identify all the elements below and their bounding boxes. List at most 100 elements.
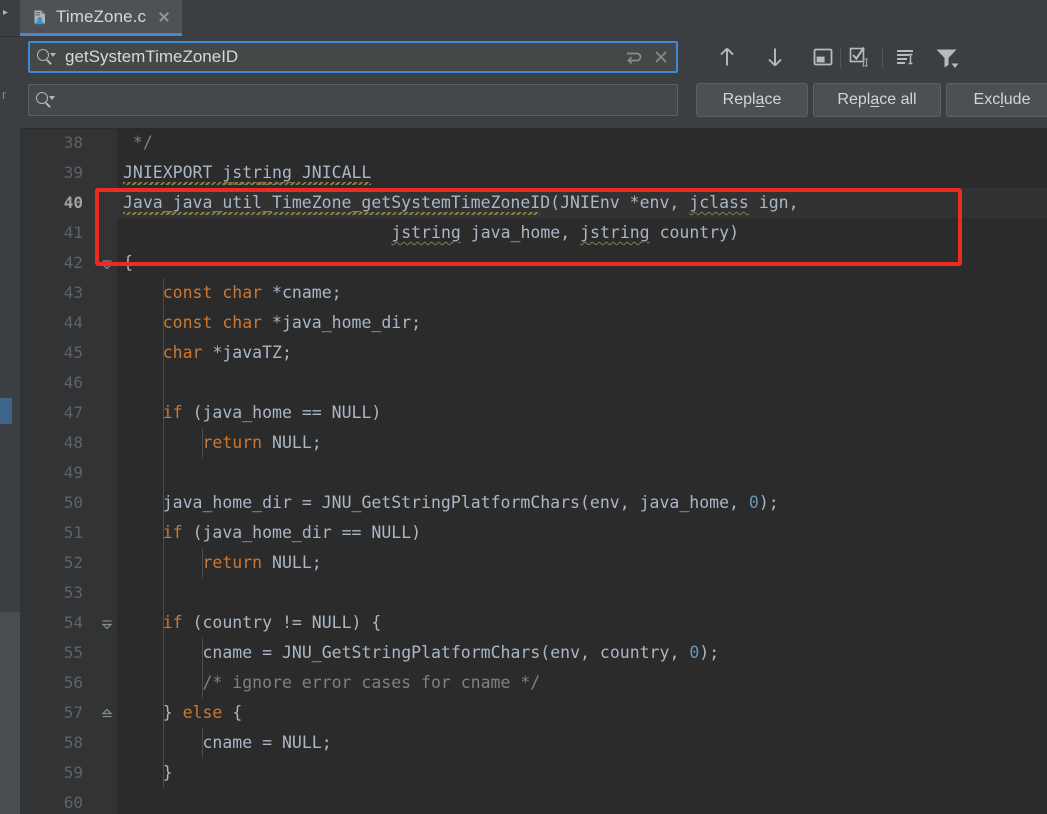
line-number: 57	[63, 703, 83, 722]
fold-row	[95, 398, 117, 428]
words-icon[interactable]	[892, 43, 922, 71]
code-line[interactable]: } else {	[117, 698, 1047, 728]
left-strip-lower-panel	[0, 612, 20, 814]
indent-guide	[162, 278, 164, 788]
indent-guide	[202, 548, 204, 578]
gutter-row: 38	[20, 129, 95, 158]
line-number: 56	[63, 673, 83, 692]
line-number: 38	[63, 133, 83, 152]
left-strip-header	[0, 0, 20, 37]
fold-row	[95, 368, 117, 398]
code-line[interactable]	[117, 578, 1047, 608]
gutter-row: 58	[20, 728, 95, 758]
line-number: 53	[63, 583, 83, 602]
code-line[interactable]: JNIEXPORT jstring JNICALL	[117, 158, 1047, 188]
find-previous-icon[interactable]	[712, 43, 742, 71]
fold-row	[95, 668, 117, 698]
line-number-gutter: 38 39 40 41 42 43 44 45 46 47 48 49 50 51 52 53 54 55 56 57…	[20, 129, 96, 814]
code-text: */	[123, 133, 153, 152]
code-line[interactable]: if (country != NULL) {	[117, 608, 1047, 638]
code-line[interactable]: return NULL;	[117, 548, 1047, 578]
code-text: return NULL;	[202, 553, 322, 572]
find-next-icon[interactable]	[760, 43, 790, 71]
fold-gutter[interactable]	[95, 129, 117, 814]
left-tool-strip: r	[0, 0, 20, 814]
fold-row	[95, 458, 117, 488]
clear-icon[interactable]	[648, 44, 674, 70]
toolbar-separator	[840, 48, 841, 68]
code-line[interactable]	[117, 788, 1047, 814]
gutter-row: 53	[20, 578, 95, 608]
code-line[interactable]: Java_java_util_TimeZone_getSystemTimeZon…	[117, 188, 1047, 218]
gutter-row: 44	[20, 308, 95, 338]
code-line[interactable]: if (java_home == NULL)	[117, 398, 1047, 428]
code-line[interactable]: const char *java_home_dir;	[117, 308, 1047, 338]
line-number: 55	[63, 643, 83, 662]
search-icon[interactable]	[37, 48, 59, 66]
line-number: 58	[63, 733, 83, 752]
line-number: 41	[63, 223, 83, 242]
chevron-right-icon[interactable]	[3, 10, 8, 15]
gutter-row: 52	[20, 548, 95, 578]
fold-row	[95, 608, 117, 638]
close-icon[interactable]	[156, 9, 172, 25]
replace-field-wrapper[interactable]	[28, 84, 678, 116]
code-content-area[interactable]: */ JNIEXPORT jstring JNICALL Java_java_uti…	[117, 129, 1047, 814]
search-field-wrapper[interactable]	[28, 41, 678, 73]
indent-guide	[202, 428, 204, 458]
code-line[interactable]: char *javaTZ;	[117, 338, 1047, 368]
fold-row	[95, 428, 117, 458]
code-editor[interactable]: 38 39 40 41 42 43 44 45 46 47 48 49 50 51 52 53 54 55 56 57…	[20, 129, 1047, 814]
line-number: 48	[63, 433, 83, 452]
code-line[interactable]: cname = JNU_GetStringPlatformChars(env, …	[117, 638, 1047, 668]
code-text: }	[162, 763, 173, 782]
search-input[interactable]	[59, 44, 620, 70]
open-in-find-window-icon[interactable]	[808, 43, 838, 71]
indent-guide	[202, 728, 204, 758]
replace-input[interactable]	[58, 87, 677, 113]
line-number: 45	[63, 343, 83, 362]
code-line[interactable]: const char *cname;	[117, 278, 1047, 308]
scroll-marker[interactable]	[0, 398, 12, 424]
code-line[interactable]: */	[117, 129, 1047, 158]
inspection-squiggle	[123, 182, 371, 185]
code-line[interactable]: }	[117, 758, 1047, 788]
ide-window: r TimeZone.c getSystemTimeZoneID Replace…	[0, 0, 1047, 814]
code-line[interactable]	[117, 458, 1047, 488]
line-number: 44	[63, 313, 83, 332]
fold-row	[95, 338, 117, 368]
fold-row	[95, 518, 117, 548]
code-line[interactable]: {	[117, 248, 1047, 278]
line-number: 52	[63, 553, 83, 572]
fold-collapse-icon[interactable]	[101, 617, 113, 630]
fold-end-icon[interactable]	[101, 707, 113, 719]
search-history-icon[interactable]	[620, 44, 646, 70]
fold-row	[95, 578, 117, 608]
line-number: 46	[63, 373, 83, 392]
filter-icon[interactable]	[932, 43, 962, 71]
gutter-row: 41	[20, 218, 95, 248]
code-line[interactable]: cname = NULL;	[117, 728, 1047, 758]
fold-row	[95, 248, 117, 278]
code-line[interactable]: return NULL;	[117, 428, 1047, 458]
code-text: char *javaTZ;	[162, 343, 292, 362]
fold-collapse-icon[interactable]	[101, 257, 113, 270]
exclude-button[interactable]: Exclude	[946, 83, 1047, 117]
tab-label: TimeZone.c	[56, 6, 147, 26]
code-line[interactable]: java_home_dir = JNU_GetStringPlatformCha…	[117, 488, 1047, 518]
match-case-icon[interactable]	[846, 43, 876, 71]
code-line[interactable]	[117, 368, 1047, 398]
replace-all-button[interactable]: Replace all	[813, 83, 941, 117]
inspection-squiggle	[123, 212, 540, 215]
code-line[interactable]: /* ignore error cases for cname */	[117, 668, 1047, 698]
code-line[interactable]: jstring java_home, jstring country)	[117, 218, 1047, 248]
fold-row	[95, 728, 117, 758]
fold-row	[95, 278, 117, 308]
search-icon-replace[interactable]	[36, 91, 58, 109]
code-line[interactable]: if (java_home_dir == NULL)	[117, 518, 1047, 548]
replace-button[interactable]: Replace	[696, 83, 808, 117]
gutter-row: 57	[20, 698, 95, 728]
gutter-row: 46	[20, 368, 95, 398]
find-replace-panel: Replace Replace all Exclude	[20, 36, 1047, 129]
editor-tab-timezone-c[interactable]: TimeZone.c	[20, 0, 183, 36]
